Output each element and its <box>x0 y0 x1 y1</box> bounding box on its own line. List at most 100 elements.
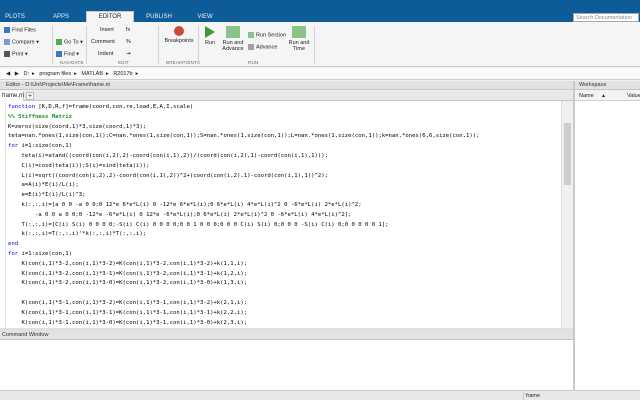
path-segment[interactable]: MATLAB <box>81 71 103 77</box>
editor-vertical-scrollbar[interactable] <box>561 101 573 328</box>
code-line[interactable]: T(:,:,i)=[C(i) S(i) 0 0 0 0;-S(i) C(i) 0… <box>8 220 389 230</box>
workspace-col-name[interactable]: Name <box>579 91 594 101</box>
indent-button[interactable]: Indent <box>98 51 113 58</box>
code-token: end <box>8 241 19 248</box>
code-token: L(i)=sqrt((coord(con(i,2),2)-coord(con(i… <box>8 172 328 179</box>
code-editor[interactable]: function [K,D,R,f]=frame(coord,con,re,lo… <box>0 101 561 328</box>
tab-publish[interactable]: PUBLISH <box>140 12 178 22</box>
insert-button[interactable]: Insert <box>100 27 114 34</box>
code-line[interactable]: L(i)=sqrt((coord(con(i,2),2)-coord(con(i… <box>8 171 328 181</box>
insert-function-button[interactable]: fx <box>126 27 130 34</box>
code-token: K(con(i,1)*3-1,con(i,1)*3-1)=K(con(i,1)*… <box>8 309 248 316</box>
run-and-advance-button[interactable]: Run and Advance <box>222 26 244 52</box>
code-line[interactable]: k(:,:,i)=T(:,:,i)'*k(:,:,i)*T(:,:,i); <box>8 229 146 239</box>
print-button[interactable]: Print ▾ <box>4 51 28 58</box>
run-and-advance-icon <box>226 26 240 38</box>
code-token: k(:,:,i)=[a 0 0 -a 0 0;0 12*e 6*e*L(i) 0… <box>8 202 362 208</box>
print-icon <box>4 51 10 57</box>
code-line[interactable]: for i=1:size(con,1) <box>8 141 72 151</box>
comment-button[interactable]: Comment <box>91 39 115 46</box>
code-token: teta(i)=atand((coord(con(i,2),2)-coord(c… <box>8 153 328 159</box>
section-navigate: NAVIGATE <box>60 60 84 65</box>
code-token: [K,D,R,f]=frame(coord,con,re,load,E,A,I,… <box>38 104 194 110</box>
status-function-name: frame <box>523 392 635 400</box>
current-folder-bar[interactable]: ◀ ▶ D: ▸ program files ▸ MATLAB ▸ R2017b ▸ <box>0 68 640 80</box>
code-line[interactable]: K(con(i,1)*3-1,con(i,1)*3-2)=K(con(i,1)*… <box>8 298 247 308</box>
code-line[interactable]: a=A(i)*E(i)/L(i); <box>8 180 79 190</box>
tab-editor[interactable]: EDITOR <box>86 11 134 22</box>
code-line[interactable]: function [K,D,R,f]=frame(coord,con,re,lo… <box>8 102 193 112</box>
code-token: for <box>8 143 22 150</box>
comment-percent-icon[interactable]: % <box>126 39 131 46</box>
editor-tab-strip: frame.m + <box>0 91 573 101</box>
editor-title: Editor - D:\Uni\Projects\Me\Frame\frame.… <box>0 81 573 90</box>
status-bar: frame <box>0 390 640 400</box>
code-line[interactable]: teta=nan.*ones(1,size(con,1));C=nan.*one… <box>8 131 479 141</box>
ribbon-divider <box>158 26 159 64</box>
run-section-button[interactable]: Run Section <box>248 32 286 39</box>
code-token: k(:,:,i)=T(:,:,i)'*k(:,:,i)*T(:,:,i); <box>8 231 147 238</box>
advance-button[interactable]: Advance <box>248 44 277 51</box>
new-tab-plus-icon[interactable]: + <box>26 92 34 100</box>
path-segment[interactable]: R2017b <box>113 71 132 77</box>
workspace-header: Name ▲ Value <box>575 91 640 101</box>
editor-gutter <box>0 101 6 328</box>
goto-icon <box>56 39 62 45</box>
find-files-icon <box>4 27 10 33</box>
code-line[interactable]: teta(i)=atand((coord(con(i,2),2)-coord(c… <box>8 151 328 161</box>
workspace-title: Workspace <box>575 81 640 90</box>
code-line[interactable]: K(con(i,1)*3-2,con(i,1)*3-1)=K(con(i,1)*… <box>8 269 247 279</box>
forward-arrow-icon[interactable]: ▶ <box>15 71 19 77</box>
sort-arrow-icon: ▲ <box>601 93 606 99</box>
code-line[interactable]: K(con(i,1)*3-2,con(i,1)*3-0)=K(con(i,1)*… <box>8 278 247 288</box>
code-line[interactable]: %% Stiffness Matrix <box>8 112 72 122</box>
code-line[interactable]: C(i)=cosd(teta(i));S(i)=sind(teta(i)); <box>8 161 149 171</box>
code-line[interactable]: K=zeros(size(coord,1)*3,size(coord,1)*3)… <box>8 122 146 132</box>
code-token: i=1:size(con,1) <box>21 143 73 150</box>
code-token: K=zeros(size(coord,1)*3,size(coord,1)*3)… <box>8 123 147 130</box>
indent-icon[interactable]: ⇥ <box>126 51 131 58</box>
command-window[interactable] <box>0 340 573 390</box>
search-documentation-input[interactable]: Search Documentation <box>573 13 639 22</box>
code-token: i=1:size(con,1) <box>21 251 73 257</box>
code-line[interactable]: -a 0 0 a 0 0;0 -12*e -6*e*L(i) 0 12*e -6… <box>8 210 352 220</box>
code-token: %% Stiffness Matrix <box>8 113 72 120</box>
compare-icon <box>4 39 10 45</box>
tab-plots[interactable]: PLOTS <box>0 12 30 22</box>
run-section-icon <box>248 32 254 38</box>
find-button[interactable]: Find ▾ <box>56 51 79 58</box>
path-segment[interactable]: D: <box>24 71 30 77</box>
path-segment[interactable]: program files <box>39 71 71 77</box>
workspace-list[interactable] <box>575 101 640 390</box>
code-line[interactable]: K(con(i,1)*3-1,con(i,1)*3-0)=K(con(i,1)*… <box>8 318 247 328</box>
workspace-col-value[interactable]: Value <box>627 91 640 101</box>
back-arrow-icon[interactable]: ◀ <box>6 71 10 77</box>
code-token: T(:,:,i)=[C(i) S(i) 0 0 0 0;-S(i) C(i) 0… <box>8 221 389 228</box>
tab-apps[interactable]: APPS <box>46 12 76 22</box>
run-and-time-button[interactable]: Run and Time <box>288 26 310 52</box>
tab-view[interactable]: VIEW <box>188 12 222 22</box>
scrollbar-thumb[interactable] <box>564 123 571 185</box>
code-line[interactable]: k(:,:,i)=[a 0 0 -a 0 0;0 12*e 6*e*L(i) 0… <box>8 200 362 210</box>
advance-icon <box>248 44 254 50</box>
run-button[interactable]: Run <box>202 26 218 46</box>
code-line[interactable]: K(con(i,1)*3-2,con(i,1)*3-2)=K(con(i,1)*… <box>8 259 247 269</box>
breakpoints-button[interactable]: Breakpoints <box>164 26 194 44</box>
code-line[interactable]: for i=1:size(con,1) <box>8 249 72 259</box>
code-token: a=A(i)*E(i)/L(i); <box>8 182 79 189</box>
command-window-title: Command Window <box>0 331 573 340</box>
code-line[interactable]: end <box>8 239 18 249</box>
code-token: for <box>8 251 22 257</box>
ribbon-divider <box>314 26 315 64</box>
section-run: RUN <box>248 60 259 65</box>
ribbon-divider <box>198 26 199 64</box>
code-token: K(con(i,1)*3-1,con(i,1)*3-2)=K(con(i,1)*… <box>8 300 248 306</box>
code-token: -a 0 0 a 0 0;0 -12*e -6*e*L(i) 0 12*e -6… <box>8 211 352 218</box>
editor-file-tab[interactable]: frame.m <box>0 91 24 101</box>
goto-button[interactable]: Go To ▾ <box>56 39 83 46</box>
toolstrip-tabs: PLOTS APPS EDITOR PUBLISH VIEW Search Do… <box>0 0 640 22</box>
code-line[interactable]: K(con(i,1)*3-1,con(i,1)*3-1)=K(con(i,1)*… <box>8 308 247 318</box>
find-files-button[interactable]: Find Files <box>4 27 36 34</box>
code-line[interactable]: e=E(i)*I(i)/L(i)^3; <box>8 190 85 200</box>
compare-button[interactable]: Compare ▾ <box>4 39 39 46</box>
